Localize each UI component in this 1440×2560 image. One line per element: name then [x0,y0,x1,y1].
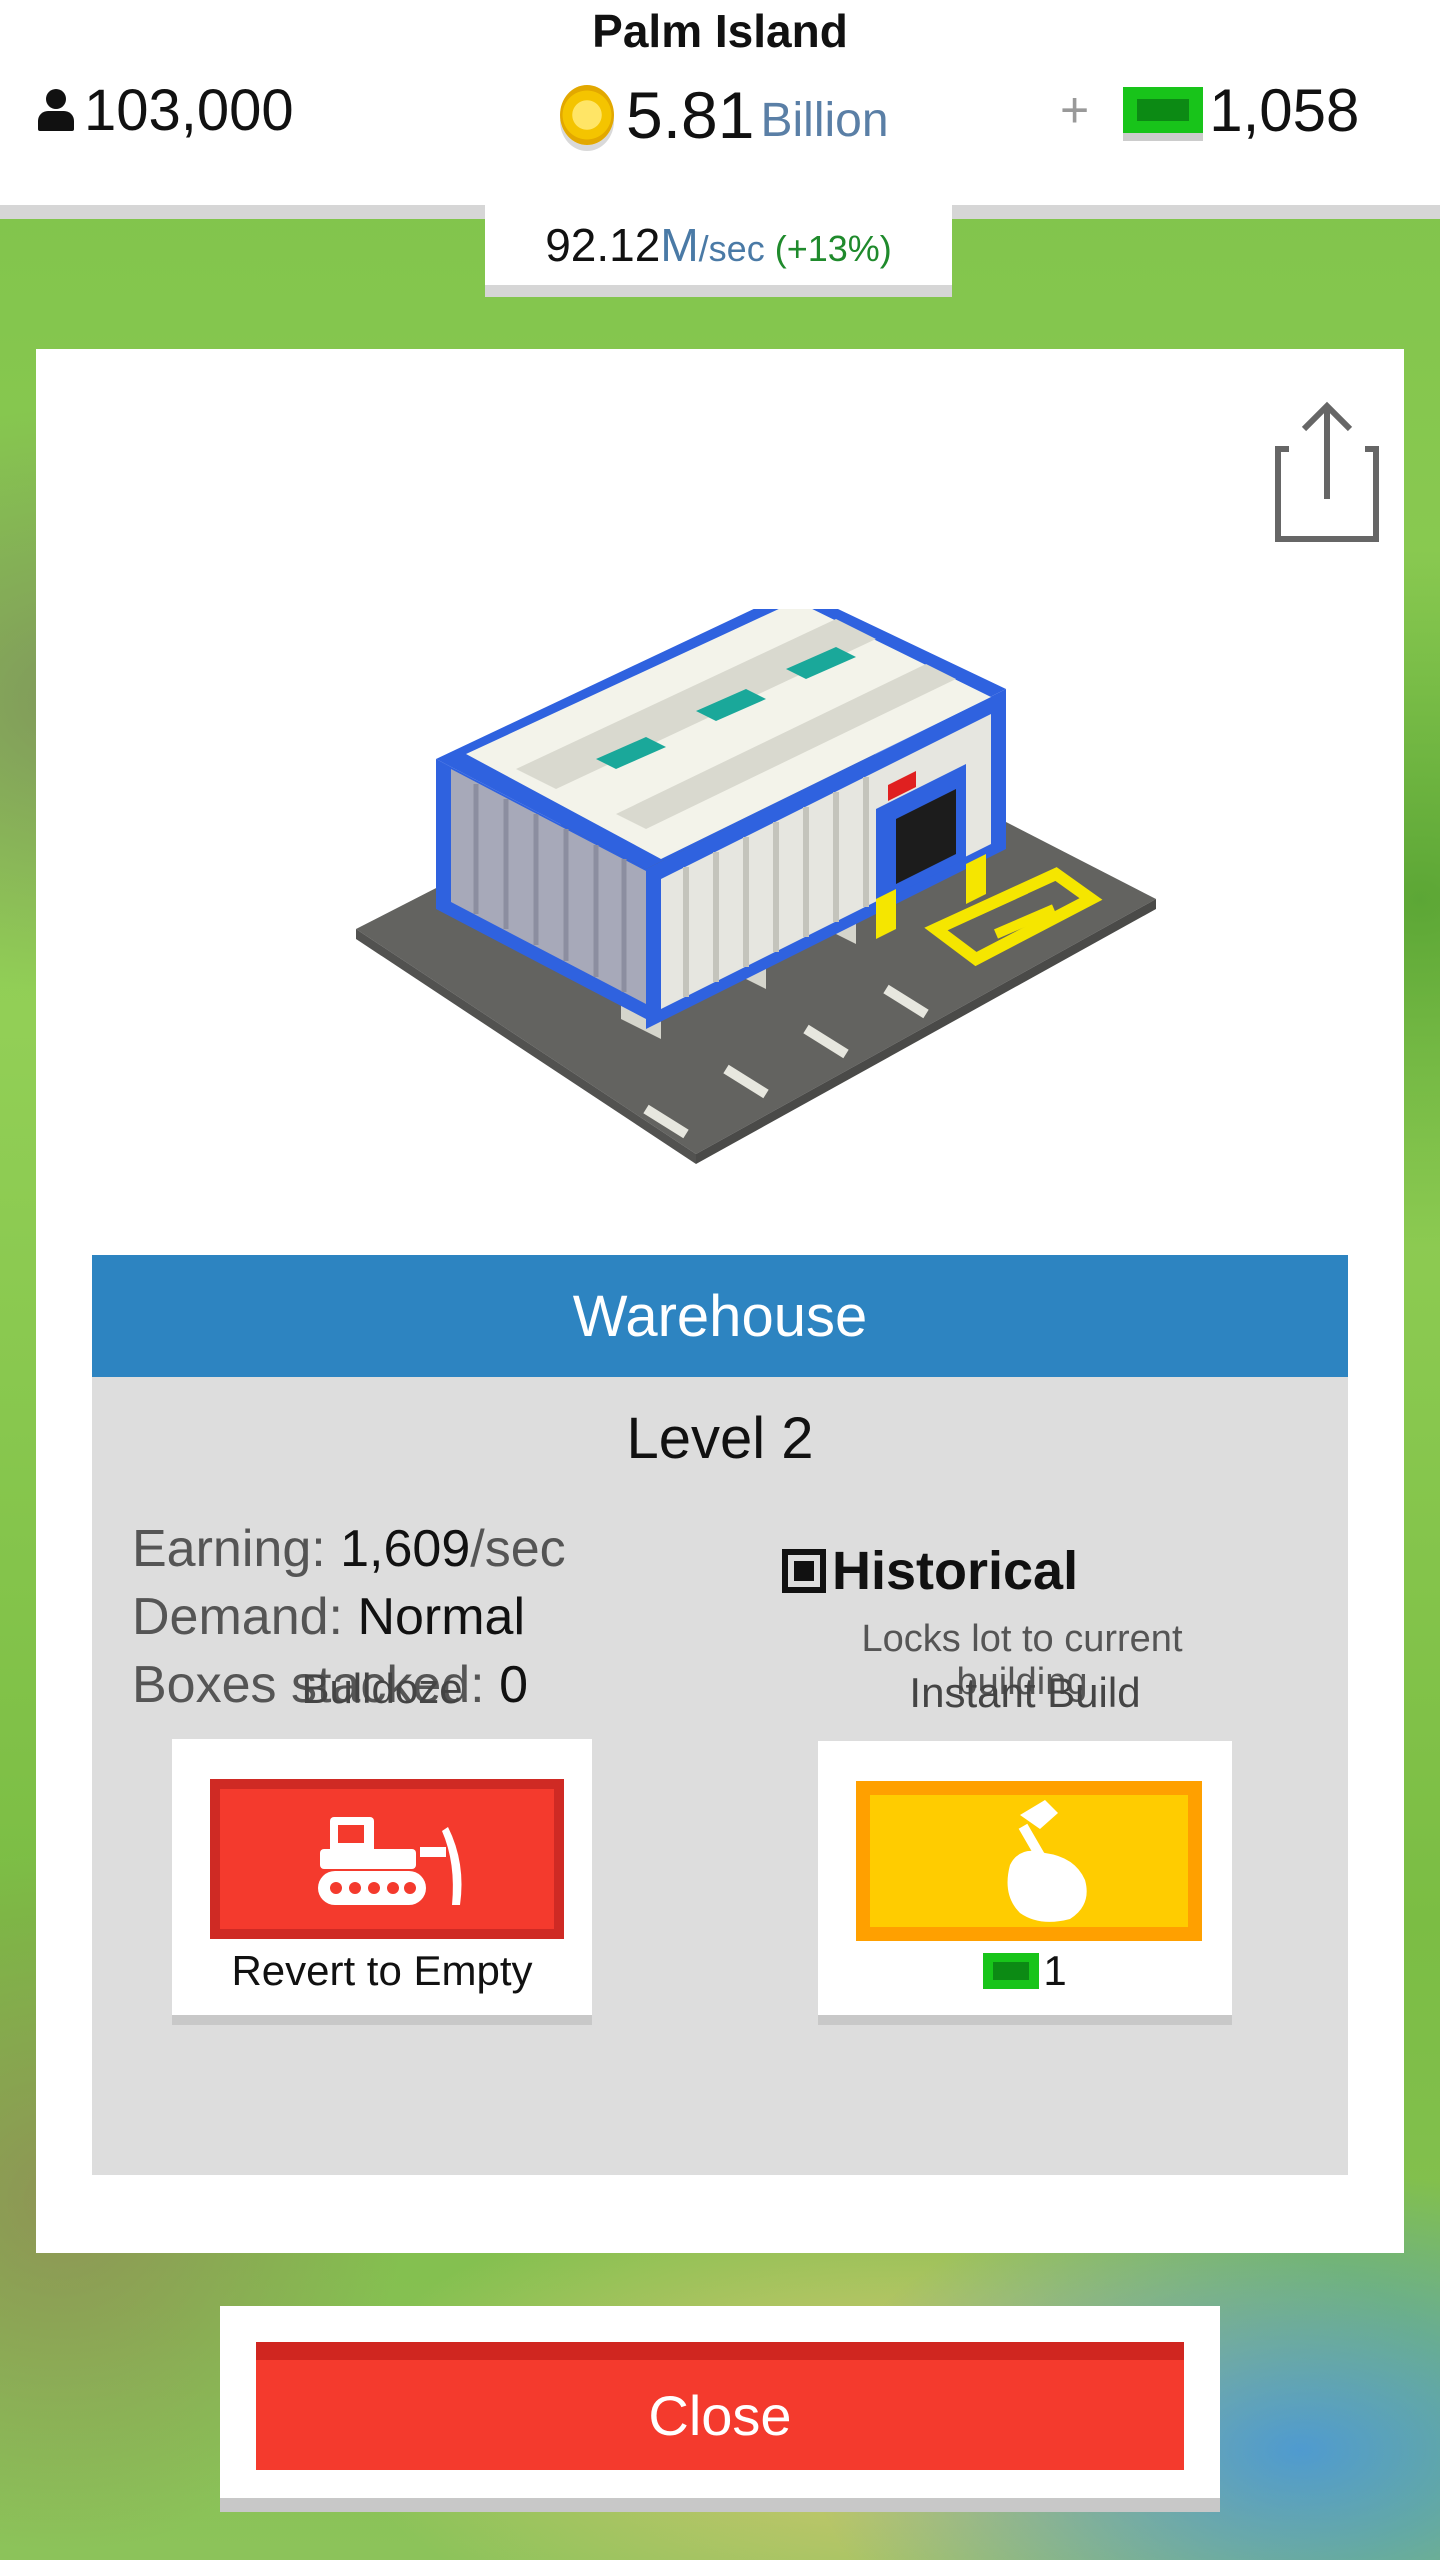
rate-value: 92.12 [545,219,661,271]
instant-build-title: Instant Build [909,1669,1141,1716]
hammer-hand-icon [1007,1800,1087,1922]
building-details-panel: Warehouse Level 2 Earning: 1,609/sec Dem… [92,1255,1348,2175]
instant-build-cost: 1 [818,1947,1232,1995]
money-unit: Billion [760,93,889,147]
coin-icon [560,85,614,145]
checkbox-icon[interactable] [782,1549,826,1593]
share-button[interactable] [1244,399,1394,549]
rate-unit: M [660,219,699,271]
bulldozer-icon [318,1817,462,1905]
gem-icon [1123,87,1204,133]
plus-icon[interactable]: + [1060,81,1089,139]
instant-build-cost-value: 1 [1043,1947,1067,1994]
earning-row: Earning: 1,609/sec [132,1515,566,1583]
gem-icon [983,1953,1040,1989]
gem-value: 1,058 [1209,76,1360,144]
revert-to-empty-label: Revert to Empty [231,1947,533,1994]
warehouse-illustration [356,609,1156,1164]
population-icon [36,87,76,133]
demand-value: Normal [357,1588,526,1646]
population-counter: 103,000 [36,70,294,150]
close-button[interactable]: Close [256,2342,1184,2470]
historical-toggle[interactable]: Historical [782,1540,1078,1602]
money-value: 5.81 [626,78,755,152]
earning-value: 1,609 [340,1520,471,1578]
close-button-container: Close [220,2306,1220,2498]
share-icon[interactable] [1244,399,1394,549]
earning-unit: /sec [470,1520,566,1578]
instant-build-card: 1 [818,1741,1232,2015]
rate-per: /sec [698,228,765,269]
island-name: Palm Island [592,5,848,57]
gem-counter[interactable]: + 1,058 [1060,70,1359,150]
top-bar: Palm Island 103,000 5.81 Billion + 1,058 [0,0,1440,205]
demand-row: Demand: Normal [132,1583,566,1651]
bulldoze-button[interactable] [210,1779,564,1939]
money-counter: 5.81 Billion [560,70,889,160]
demand-label: Demand: [132,1588,343,1646]
bulldoze-title: Bulldoze [301,1665,463,1712]
earning-label: Earning: [132,1520,326,1578]
building-info-card: Warehouse Level 2 Earning: 1,609/sec Dem… [36,349,1404,2253]
building-level: Level 2 [626,1406,814,1471]
population-value: 103,000 [84,77,294,143]
historical-label[interactable]: Historical [832,1540,1078,1602]
bulldoze-card: Revert to Empty [172,1739,592,2015]
rate-bonus: (+13%) [774,228,892,269]
instant-build-button[interactable] [856,1781,1202,1941]
building-name: Warehouse [92,1255,1348,1377]
income-rate-tab: 92.12 M /sec (+13%) [485,205,952,297]
